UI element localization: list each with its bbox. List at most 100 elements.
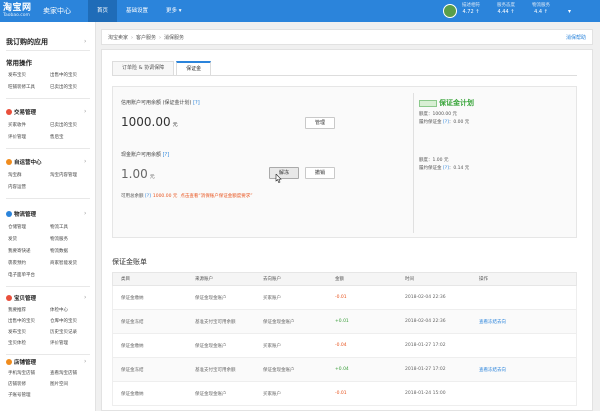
chevron-down-icon[interactable]: ▾	[568, 8, 571, 15]
credit-performance-deposit: 履约保证金 [?]：0.00 元	[419, 119, 469, 125]
balance-panel: 信用账户可用余额 (保证金计划) [?] 1000.00 元 管理 现金账户可用余…	[112, 86, 577, 238]
logo-subtext: Taobao.com	[3, 13, 30, 18]
sidebar-link[interactable]: 查看淘宝店铺	[50, 370, 77, 376]
sidebar-link[interactable]: 裹裹预约	[8, 260, 26, 266]
sidebar-link[interactable]: 物流工具	[50, 224, 68, 230]
help-icon[interactable]: [?]	[145, 194, 151, 199]
divider	[413, 93, 414, 233]
cell-target: 买家账户	[263, 392, 281, 397]
cell-source: 基准支付宝可用余额	[195, 368, 236, 373]
tab-order-insurance[interactable]: 订单险 & 协调保障	[112, 61, 175, 75]
chevron-right-icon: ›	[131, 35, 134, 41]
table-row: 保证金冻结 基准支付宝可用余额 保证金现金账户 +0.04 2018-01-27…	[112, 358, 577, 382]
sidebar-link[interactable]: 售后宝	[50, 134, 64, 140]
cell-source: 保证金现金账户	[195, 344, 227, 349]
cell-source: 保证金现金账户	[195, 296, 227, 301]
sidebar-link[interactable]: 已卖出的宝贝	[50, 84, 77, 90]
deposit-ledger-title: 保证金账单	[112, 258, 147, 266]
help-icon[interactable]: [?]	[163, 152, 170, 158]
sidebar-link[interactable]: 物流数据	[50, 248, 68, 254]
cell-amount: -0.01	[335, 295, 347, 300]
nav-more[interactable]: 更多 ▾	[157, 0, 191, 22]
nav-basic-settings[interactable]: 基础设置	[117, 0, 157, 22]
sidebar-link[interactable]: 评价管理	[50, 340, 68, 346]
breadcrumb-bar: 淘宝卖家 › 客户服务 › 消保服务 消保帮助	[101, 29, 593, 45]
cash-label-text: 现金账户可用余额	[121, 152, 162, 158]
sidebar-link[interactable]: 宝贝体检	[8, 340, 26, 346]
sidebar-section-logistics[interactable]: 物流管理	[6, 210, 36, 218]
sidebar-link[interactable]: 出售中的宝贝	[50, 72, 77, 78]
chevron-right-icon[interactable]: ›	[84, 358, 86, 365]
sidebar-link[interactable]: 买家收件	[8, 122, 26, 128]
sidebar-link[interactable]: 我要寄快递	[8, 248, 31, 254]
main-content: 淘宝卖家 › 客户服务 › 消保服务 消保帮助 订单险 & 协调保障 保证金 信用账户可…	[97, 22, 600, 411]
sidebar-link[interactable]: 图片空间	[50, 381, 68, 387]
sidebar-link[interactable]: 手机淘宝店铺	[8, 370, 35, 376]
taobao-logo[interactable]: 淘宝网 Taobao.com	[3, 3, 43, 19]
chevron-right-icon[interactable]: ›	[84, 108, 86, 115]
sidebar-section-shop[interactable]: 店铺管理	[6, 358, 36, 366]
sidebar-link[interactable]: 仓库中的宝贝	[50, 318, 77, 324]
sidebar-link[interactable]: 出售中的宝贝	[8, 318, 35, 324]
sidebar-link[interactable]: 旺铺装修工具	[8, 84, 35, 90]
label: 可用总余额	[121, 194, 144, 199]
withdraw-button[interactable]: 撤销	[305, 167, 335, 179]
deposit-ledger-table: 类目 来源账户 去向账户 金额 时间 操作 保证金缴纳 保证金现金账户 买家账户…	[112, 272, 577, 406]
sidebar-link[interactable]: 物流服务	[50, 236, 68, 242]
credit-amount-value: 1000.00	[121, 115, 171, 129]
section-label: 店铺管理	[14, 360, 37, 366]
sidebar-link[interactable]: 历史宝贝记录	[50, 329, 77, 335]
manage-button[interactable]: 管理	[305, 117, 335, 129]
sidebar-link[interactable]: 电子面单平台	[8, 272, 35, 278]
sidebar-link[interactable]: 淘宝内容管理	[50, 172, 77, 178]
sidebar-section-self-ops[interactable]: 自运营中心	[6, 158, 42, 166]
sidebar-link[interactable]: 发布宝贝	[8, 72, 26, 78]
cash-amount: 1.00 元	[121, 167, 155, 181]
stat-value: 4.4 ↑	[534, 9, 548, 15]
requirement-link[interactable]: 点击查看“消保账户保证金额度要求”	[180, 194, 252, 199]
sidebar-link[interactable]: 体检中心	[50, 307, 68, 313]
deposit-card: 订单险 & 协调保障 保证金 信用账户可用余额 (保证金计划) [?] 1000…	[101, 49, 593, 411]
chevron-right-icon[interactable]: ›	[84, 294, 86, 301]
sidebar-section-trade[interactable]: 交易管理	[6, 108, 36, 116]
nav-home[interactable]: 首页	[88, 0, 118, 22]
sidebar-link[interactable]: 发货	[8, 236, 17, 242]
tab-deposit[interactable]: 保证金	[176, 61, 212, 75]
view-freeze-link[interactable]: 查看冻结去向	[479, 367, 506, 373]
table-row: 保证金缴纳 保证金现金账户 买家账户 -0.01 2018-02-04 22:3…	[112, 286, 577, 310]
cell-type: 保证金缴纳	[121, 296, 144, 301]
top-nav-bar: 淘宝网 Taobao.com 卖家中心 首页 基础设置 更多 ▾ 描述相符 4.…	[0, 0, 600, 22]
unfreeze-button[interactable]: 解冻	[269, 167, 299, 179]
help-link[interactable]: 消保帮助	[566, 34, 586, 41]
cash-performance-deposit: 履约保证金 [?]：0.14 元	[419, 165, 469, 171]
sidebar-section-goods[interactable]: 宝贝管理	[6, 294, 36, 302]
breadcrumb-item[interactable]: 客户服务	[136, 35, 156, 41]
sidebar-link[interactable]: 仓储管理	[8, 224, 26, 230]
cell-target: 买家账户	[263, 296, 281, 301]
sidebar-link[interactable]: 发布宝贝	[8, 329, 26, 335]
seller-center-title[interactable]: 卖家中心	[43, 6, 71, 16]
sidebar-link[interactable]: 内容运营	[8, 184, 26, 190]
chevron-right-icon[interactable]: ›	[84, 158, 86, 165]
alipay-icon	[419, 99, 437, 107]
chevron-right-icon[interactable]: ›	[84, 210, 86, 217]
column-header: 去向账户	[263, 277, 281, 282]
top-nav: 首页 基础设置 更多 ▾	[88, 0, 191, 22]
sidebar-link[interactable]: 我要推荐	[8, 307, 26, 313]
sidebar-title[interactable]: 我订购的应用	[6, 37, 48, 47]
view-freeze-link[interactable]: 查看冻结去向	[479, 319, 506, 325]
breadcrumb-item[interactable]: 淘宝卖家	[108, 35, 128, 41]
breadcrumb-item: 消保服务	[164, 35, 185, 41]
sidebar-link[interactable]: 子账号管理	[8, 392, 31, 398]
sidebar-link[interactable]: 淘宝群	[8, 172, 22, 178]
sidebar-link[interactable]: 评价管理	[8, 134, 26, 140]
help-icon[interactable]: [?]	[193, 100, 200, 106]
sidebar-link[interactable]: 已卖出的宝贝	[50, 122, 77, 128]
sidebar-link[interactable]: 商家智能发货	[50, 260, 77, 266]
mouse-cursor-icon	[275, 174, 282, 183]
sidebar-link[interactable]: 店铺装修	[8, 381, 26, 387]
chevron-right-icon[interactable]: ›	[84, 38, 86, 45]
cash-quota: 额度：1.00 元	[419, 158, 449, 163]
cell-target: 买家账户	[263, 344, 281, 349]
avatar[interactable]	[443, 4, 457, 18]
